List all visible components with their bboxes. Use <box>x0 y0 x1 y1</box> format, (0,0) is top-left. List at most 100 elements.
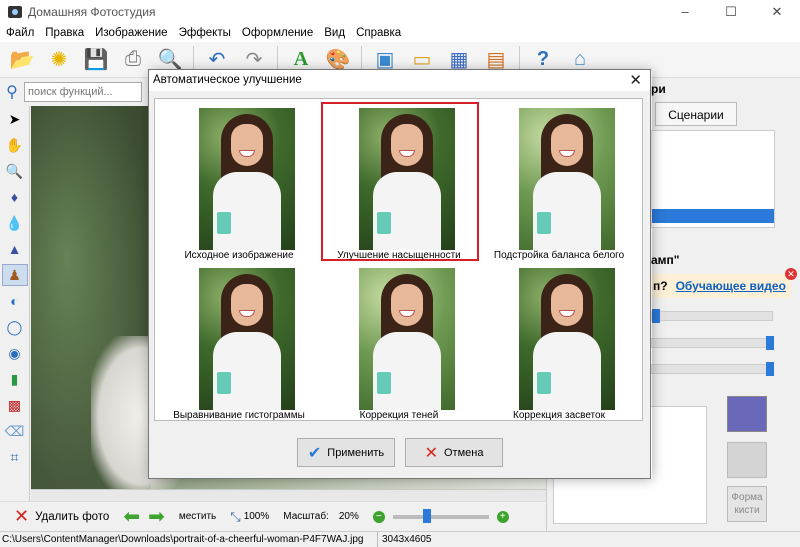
variant-label: Коррекция засветок <box>513 410 605 421</box>
actual-size-label[interactable]: 100% <box>244 511 270 522</box>
apply-button[interactable]: ✔ Применить <box>297 438 395 467</box>
brush-hardness-slider[interactable] <box>651 336 774 350</box>
window-controls: – ☐ ✕ <box>662 0 800 24</box>
menu-image[interactable]: Изображение <box>95 27 167 39</box>
next-arrow-icon[interactable]: ➡ <box>148 504 165 529</box>
app-camera-icon <box>8 6 22 18</box>
selected-scenario[interactable] <box>652 209 774 223</box>
variant-original[interactable]: Исходное изображение <box>159 102 319 262</box>
window-title: Домашняя Фотостудия <box>28 5 156 19</box>
variant-label: Исходное изображение <box>184 250 294 261</box>
color-swatch-secondary[interactable] <box>727 442 767 478</box>
apply-label: Применить <box>327 446 385 459</box>
cone-icon[interactable]: ▲ <box>2 238 28 260</box>
tool-title: амп" <box>651 253 680 267</box>
maximize-button[interactable]: ☐ <box>708 0 754 24</box>
zoom-out-icon[interactable]: − <box>372 510 385 523</box>
menu-edit[interactable]: Правка <box>45 27 84 39</box>
cancel-label: Отмена <box>443 446 484 459</box>
delete-photo-label: Удалить фото <box>35 510 110 523</box>
delete-icon: ✕ <box>14 506 30 526</box>
pointer-icon[interactable]: ➤ <box>2 108 28 130</box>
help-banner: п? Обучающее видео ✕ <box>651 268 797 298</box>
save-icon[interactable]: 💾 <box>82 46 110 74</box>
ring-icon[interactable]: ◉ <box>2 342 28 364</box>
help-question: п? <box>653 279 668 293</box>
search-input[interactable] <box>24 82 142 102</box>
variant-thumbnail <box>519 108 615 250</box>
variant-saturation[interactable]: Улучшение насыщенности <box>319 102 479 262</box>
color-swatch[interactable] <box>727 396 767 432</box>
menu-bar: Файл Правка Изображение Эффекты Оформлен… <box>0 24 800 42</box>
variant-label: Подстройка баланса белого <box>493 250 625 261</box>
minimize-button[interactable]: – <box>662 0 708 24</box>
variant-label: Коррекция теней <box>359 410 439 421</box>
slider-thumb[interactable] <box>652 309 660 323</box>
variant-grid: Исходное изображение Улучшение насыщенно… <box>154 98 643 421</box>
variant-thumbnail <box>359 268 455 410</box>
variant-thumbnail <box>199 268 295 410</box>
stamp-icon[interactable]: ♟ <box>1 264 28 286</box>
search-icon: ⚲ <box>6 84 18 101</box>
function-search: ⚲ <box>0 80 150 104</box>
cancel-button[interactable]: ✕ Отмена <box>405 438 503 467</box>
title-bar: Домашняя Фотостудия – ☐ ✕ <box>0 0 800 24</box>
brush-opacity-slider[interactable] <box>651 362 774 376</box>
slider-thumb[interactable] <box>766 362 774 376</box>
brush-icon[interactable]: ♦ <box>2 186 28 208</box>
crop-icon[interactable]: ⌗ <box>2 446 28 468</box>
variant-label: Улучшение насыщенности <box>337 250 461 261</box>
bottom-bar: ✕ Удалить фото ⬅ ➡ местить ⤡ 100% Масшта… <box>0 501 546 531</box>
zoom-thumb[interactable] <box>422 508 431 523</box>
slider-thumb[interactable] <box>766 336 774 350</box>
cancel-x-icon: ✕ <box>424 444 438 462</box>
print-icon[interactable]: ⎙ <box>119 46 147 74</box>
menu-view[interactable]: Вид <box>324 27 345 39</box>
canvas-horizontal-scrollbar[interactable] <box>31 489 546 501</box>
zoom-slider[interactable] <box>392 508 489 523</box>
variant-thumbnail <box>519 268 615 410</box>
variant-label: Выравнивание гистограммы <box>173 410 305 421</box>
colors-icon[interactable]: ▩ <box>2 394 28 416</box>
actual-size-icon[interactable]: ⤡ <box>230 509 240 525</box>
tutorial-video-link[interactable]: Обучающее видео <box>676 279 786 293</box>
menu-file[interactable]: Файл <box>6 27 34 39</box>
close-window-button[interactable]: ✕ <box>754 0 800 24</box>
dialog-titlebar: Автоматическое улучшение ✕ <box>149 70 650 91</box>
menu-design[interactable]: Оформление <box>242 27 313 39</box>
eraser-icon[interactable]: ⌫ <box>2 420 28 442</box>
variant-highlights[interactable]: Коррекция засветок <box>479 262 639 422</box>
dialog-close-icon[interactable]: ✕ <box>629 70 642 91</box>
effects-icon[interactable]: ✺ <box>45 46 73 74</box>
dialog-title: Автоматическое улучшение <box>153 74 302 86</box>
hand-icon[interactable]: ✋ <box>2 134 28 156</box>
zoom-icon[interactable]: 🔍 <box>2 160 28 182</box>
variant-thumbnail <box>359 108 455 250</box>
delete-photo-button[interactable]: ✕ Удалить фото <box>14 506 109 527</box>
fit-button[interactable]: местить <box>179 511 216 522</box>
panel-title: ри <box>651 82 666 96</box>
variant-histogram[interactable]: Выравнивание гистограммы <box>159 262 319 422</box>
file-path: C:\Users\ContentManager\Downloads\portra… <box>0 532 378 547</box>
scenario-list[interactable] <box>651 130 775 228</box>
open-icon[interactable]: 📂 <box>8 46 36 74</box>
auto-enhance-dialog: Автоматическое улучшение ✕ Исходное изоб… <box>148 69 651 479</box>
brush-size-slider[interactable] <box>651 309 773 323</box>
image-dimensions: 3043x4605 <box>382 534 432 545</box>
prev-arrow-icon[interactable]: ⬅ <box>123 504 140 529</box>
close-banner-icon[interactable]: ✕ <box>785 268 797 280</box>
drop-icon[interactable]: 💧 <box>2 212 28 234</box>
scale-label: Масштаб: <box>283 511 329 522</box>
zoom-in-icon[interactable]: + <box>496 510 509 523</box>
menu-help[interactable]: Справка <box>356 27 401 39</box>
menu-effects[interactable]: Эффекты <box>179 27 231 39</box>
checkmark-icon: ✔ <box>307 444 322 462</box>
ellipse-icon[interactable]: ◯ <box>2 316 28 338</box>
variant-shadows[interactable]: Коррекция теней <box>319 262 479 422</box>
brush-shape-button[interactable]: Форма кисти <box>727 486 767 522</box>
left-toolbox: ➤ ✋ 🔍 ♦ 💧 ▲ ♟ ◐ ◯ ◉ ▮ ▩ ⌫ ⌗ <box>0 106 30 501</box>
tab-scenarios[interactable]: Сценарии <box>655 102 737 126</box>
levels-icon[interactable]: ▮ <box>2 368 28 390</box>
variant-white-balance[interactable]: Подстройка баланса белого <box>479 102 639 262</box>
contrast-icon[interactable]: ◐ <box>2 290 28 312</box>
